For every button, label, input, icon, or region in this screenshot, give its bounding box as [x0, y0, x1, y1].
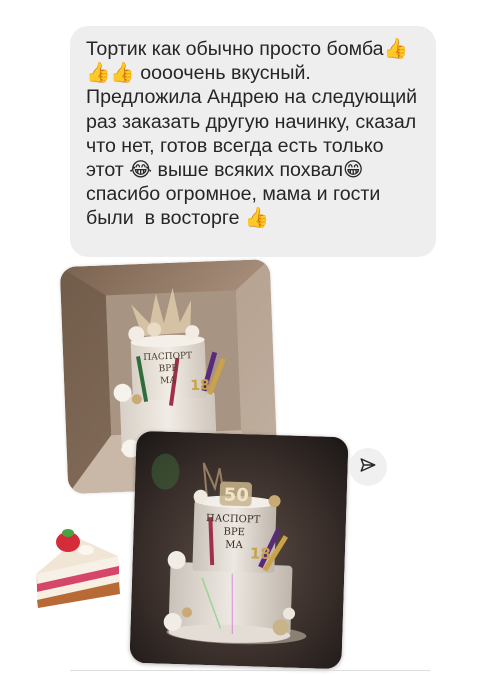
message-text: Тортик как обычно просто бомба👍👍👍 ооооче…	[86, 38, 423, 230]
svg-text:50: 50	[223, 484, 249, 506]
svg-text:ВРЕ: ВРЕ	[159, 364, 179, 375]
paper-plane-icon	[359, 456, 377, 479]
svg-text:МА: МА	[225, 540, 244, 552]
cake-slice-sticker	[28, 516, 128, 616]
svg-text:ПАСПОРТ: ПАСПОРТ	[143, 351, 192, 363]
share-button[interactable]	[349, 448, 387, 486]
svg-text:ВРЕ: ВРЕ	[223, 527, 245, 539]
svg-text:18: 18	[190, 377, 210, 394]
cake-photo-2[interactable]: 50 ПАСПОРТ ВРЕ МА 18	[129, 430, 349, 670]
svg-text:18: 18	[250, 544, 271, 563]
svg-text:ПАСПОРТ: ПАСПОРТ	[206, 513, 261, 526]
cake-photo-2-image: 50 ПАСПОРТ ВРЕ МА 18	[129, 430, 349, 670]
divider	[70, 670, 430, 671]
svg-text:МА: МА	[160, 376, 177, 387]
message-bubble[interactable]: Тортик как обычно просто бомба👍👍👍 ооооче…	[70, 26, 436, 257]
